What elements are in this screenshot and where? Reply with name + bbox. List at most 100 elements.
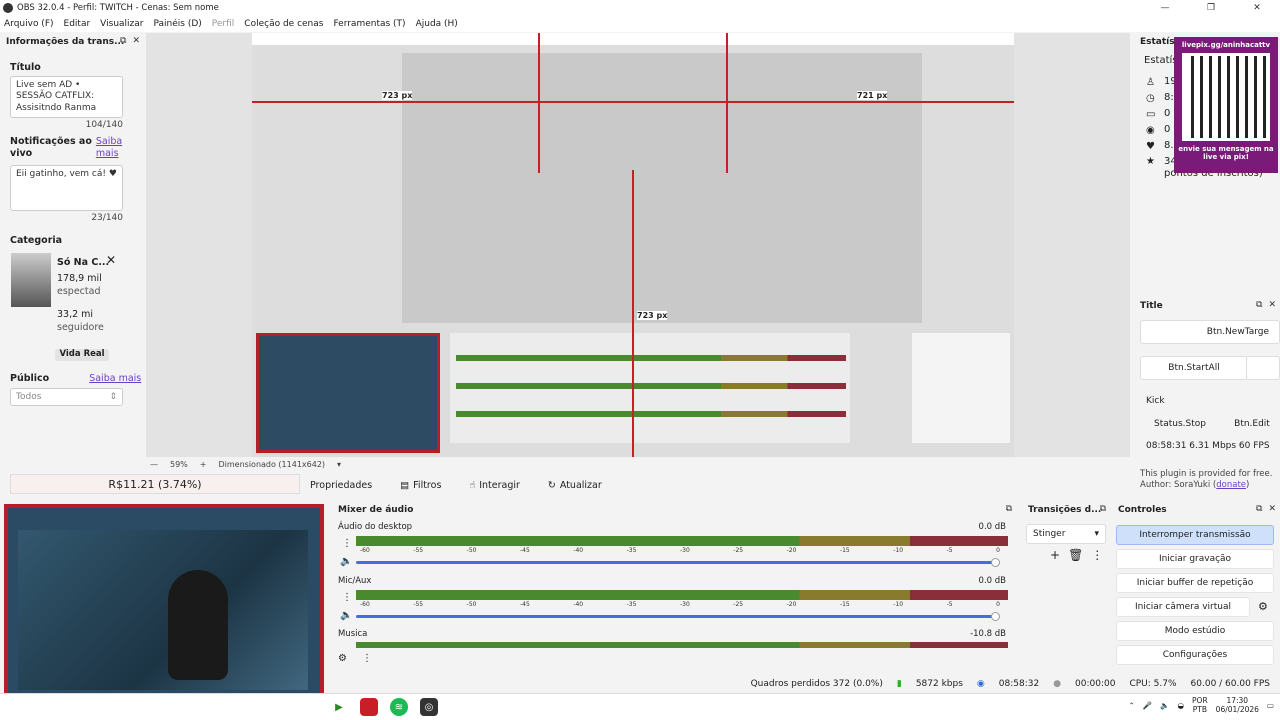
edit-button[interactable]: Btn.Edit	[1224, 412, 1280, 436]
chevron-up-icon[interactable]: ⌃	[1129, 701, 1135, 710]
star-icon: ★	[1146, 156, 1155, 167]
float-icon[interactable]: ⧉	[1256, 300, 1262, 310]
channel-db: -10.8 dB	[970, 629, 1006, 639]
start-all-button[interactable]: Btn.StartAll	[1140, 356, 1248, 380]
window-title: OBS 32.0.4 - Perfil: TWITCH - Cenas: Sem…	[17, 3, 219, 13]
interact-button[interactable]: ☝ Interagir	[469, 480, 520, 491]
float-icon[interactable]: ⧉	[1256, 504, 1262, 514]
gear-icon[interactable]: ⚙	[338, 653, 347, 664]
transitions-dock: Transições d... ⧉ Stinger ▾ + 🗑 ⋮	[1022, 502, 1110, 672]
add-icon[interactable]: +	[1050, 548, 1060, 562]
play-icon[interactable]: ▶	[330, 698, 348, 716]
chevron-down-icon[interactable]: ▾	[337, 460, 341, 469]
speaker-icon[interactable]: 🔈	[340, 610, 352, 621]
notification-input[interactable]: Eii gatinho, vem cá! ♥	[10, 164, 123, 211]
zoom-out-icon[interactable]: —	[150, 460, 158, 469]
menu-help[interactable]: Ajuda (H)	[416, 19, 458, 29]
nested-meter	[456, 411, 846, 417]
filters-button[interactable]: ▤ Filtros	[400, 480, 441, 491]
title-input[interactable]: Live sem AD • SESSÃO CATFLIX: Assisitndo…	[10, 76, 123, 118]
menu-scene-collection[interactable]: Coleção de cenas	[244, 19, 323, 29]
app-icon[interactable]	[360, 698, 378, 716]
current-source[interactable]: R$11.21 (3.74%)	[10, 474, 300, 494]
more-options-icon[interactable]: ⋮	[1091, 548, 1103, 562]
dropped-frames: Quadros perdidos 372 (0.0%)	[750, 679, 883, 689]
start-recording-button[interactable]: Iniciar gravação	[1116, 549, 1274, 569]
status-stop-button[interactable]: Status.Stop	[1140, 412, 1220, 436]
minimize-icon[interactable]: —	[1142, 0, 1188, 16]
maximize-icon[interactable]: ❐	[1188, 0, 1234, 16]
refresh-button[interactable]: ↻ Atualizar	[548, 480, 602, 491]
menu-profile[interactable]: Perfil	[212, 19, 235, 29]
properties-label: Propriedades	[310, 479, 373, 491]
scaling-mode[interactable]: Dimensionado (1141x642)	[218, 460, 325, 469]
close-icon[interactable]: ✕	[1234, 0, 1280, 16]
gear-icon[interactable]: ⚙	[1258, 600, 1268, 613]
public-row: Público Saiba mais	[0, 373, 144, 384]
donate-link[interactable]: donate	[1216, 480, 1246, 490]
transition-select[interactable]: Stinger ▾	[1026, 524, 1106, 544]
settings-button[interactable]: Configurações	[1116, 645, 1274, 665]
window-controls: — ❐ ✕	[1142, 0, 1280, 16]
notifications-icon[interactable]: ▭	[1267, 701, 1274, 710]
float-icon[interactable]: ⧉	[1100, 504, 1106, 514]
float-icon[interactable]: ⧉	[1006, 504, 1012, 514]
volume-meter	[356, 590, 1008, 600]
filter-icon: ▤	[400, 479, 410, 491]
extra-button[interactable]	[1246, 356, 1280, 380]
chat-icon: ▭	[1146, 108, 1156, 120]
hand-icon: ☝	[469, 479, 476, 491]
notif-learn-more-link[interactable]: Saiba mais	[96, 136, 126, 161]
replay-buffer-button[interactable]: Iniciar buffer de repetição	[1116, 573, 1274, 593]
close-icon[interactable]: ✕	[1268, 300, 1276, 310]
wifi-icon[interactable]: ◒	[1177, 701, 1184, 710]
close-icon[interactable]: ✕	[132, 36, 140, 46]
more-options-icon[interactable]: ⋮	[362, 653, 372, 664]
speaker-icon[interactable]: 🔈	[1160, 701, 1169, 710]
virtual-camera-button[interactable]: Iniciar câmera virtual	[1116, 597, 1250, 617]
measure-label: 723 px	[637, 311, 668, 320]
nested-titlebar	[252, 33, 1014, 45]
stop-streaming-button[interactable]: Interromper transmissão	[1116, 525, 1274, 545]
studio-mode-button[interactable]: Modo estúdio	[1116, 621, 1274, 641]
speaker-icon[interactable]: 🔈	[340, 556, 352, 567]
measure-label: 723 px	[382, 91, 413, 100]
channel-db: 0.0 dB	[978, 576, 1006, 586]
fader-knob[interactable]	[991, 558, 1000, 567]
clock-time: 17:30	[1226, 696, 1249, 705]
zoom-in-icon[interactable]: +	[200, 460, 207, 469]
heart-icon: ♥	[1146, 140, 1155, 152]
taskbar: ▶ ≋ ◎ ⌃ 🎤 🔈 ◒ POR PTB 17:30 06/01/2026 ▭	[0, 693, 1280, 720]
menu-file[interactable]: Arquivo (F)	[4, 19, 54, 29]
clock[interactable]: 17:30 06/01/2026	[1216, 696, 1259, 714]
audience-select[interactable]: Todos ⇕	[10, 387, 123, 406]
category-card: Só Na C... ✕ 178,9 mil espectad 33,2 mi …	[0, 249, 144, 361]
meter-ticks: -60 -55 -50 -45 -40 -35 -30 -25 -20 -15 -10 -5 0	[360, 601, 1000, 608]
mic-icon[interactable]: 🎤	[1143, 701, 1152, 710]
controls-dock: Controles ⧉ ✕ Interromper transmissão Ini…	[1112, 502, 1280, 672]
obs-taskbar-icon[interactable]: ◎	[420, 698, 438, 716]
trash-icon[interactable]: 🗑	[1068, 548, 1083, 562]
remove-category-icon[interactable]: ✕	[106, 253, 116, 267]
close-icon[interactable]: ✕	[1268, 504, 1276, 514]
more-options-icon[interactable]: ⋮	[342, 538, 352, 549]
more-options-icon[interactable]: ⋮	[342, 592, 352, 603]
volume-fader[interactable]	[356, 558, 1000, 567]
public-learn-more-link[interactable]: Saiba mais	[89, 373, 141, 384]
channel-db: 0.0 dB	[978, 522, 1006, 532]
properties-button[interactable]: Propriedades	[310, 480, 372, 491]
notif-label: Notificações ao	[10, 136, 92, 147]
menu-view[interactable]: Visualizar	[100, 19, 143, 29]
menu-docks[interactable]: Painéis (D)	[153, 19, 201, 29]
category-thumbnail	[11, 252, 51, 307]
menu-edit[interactable]: Editar	[64, 19, 91, 29]
category-followers: 33,2 mi	[57, 308, 94, 320]
category-label: Categoria	[10, 234, 63, 246]
spotify-icon[interactable]: ≋	[390, 698, 408, 716]
volume-fader[interactable]	[356, 612, 1000, 621]
new-target-button[interactable]: Btn.NewTarge	[1140, 320, 1280, 344]
menu-tools[interactable]: Ferramentas (T)	[333, 19, 405, 29]
fader-knob[interactable]	[991, 612, 1000, 621]
language-indicator[interactable]: POR PTB	[1192, 696, 1208, 714]
float-icon[interactable]: ⧉	[120, 36, 126, 46]
